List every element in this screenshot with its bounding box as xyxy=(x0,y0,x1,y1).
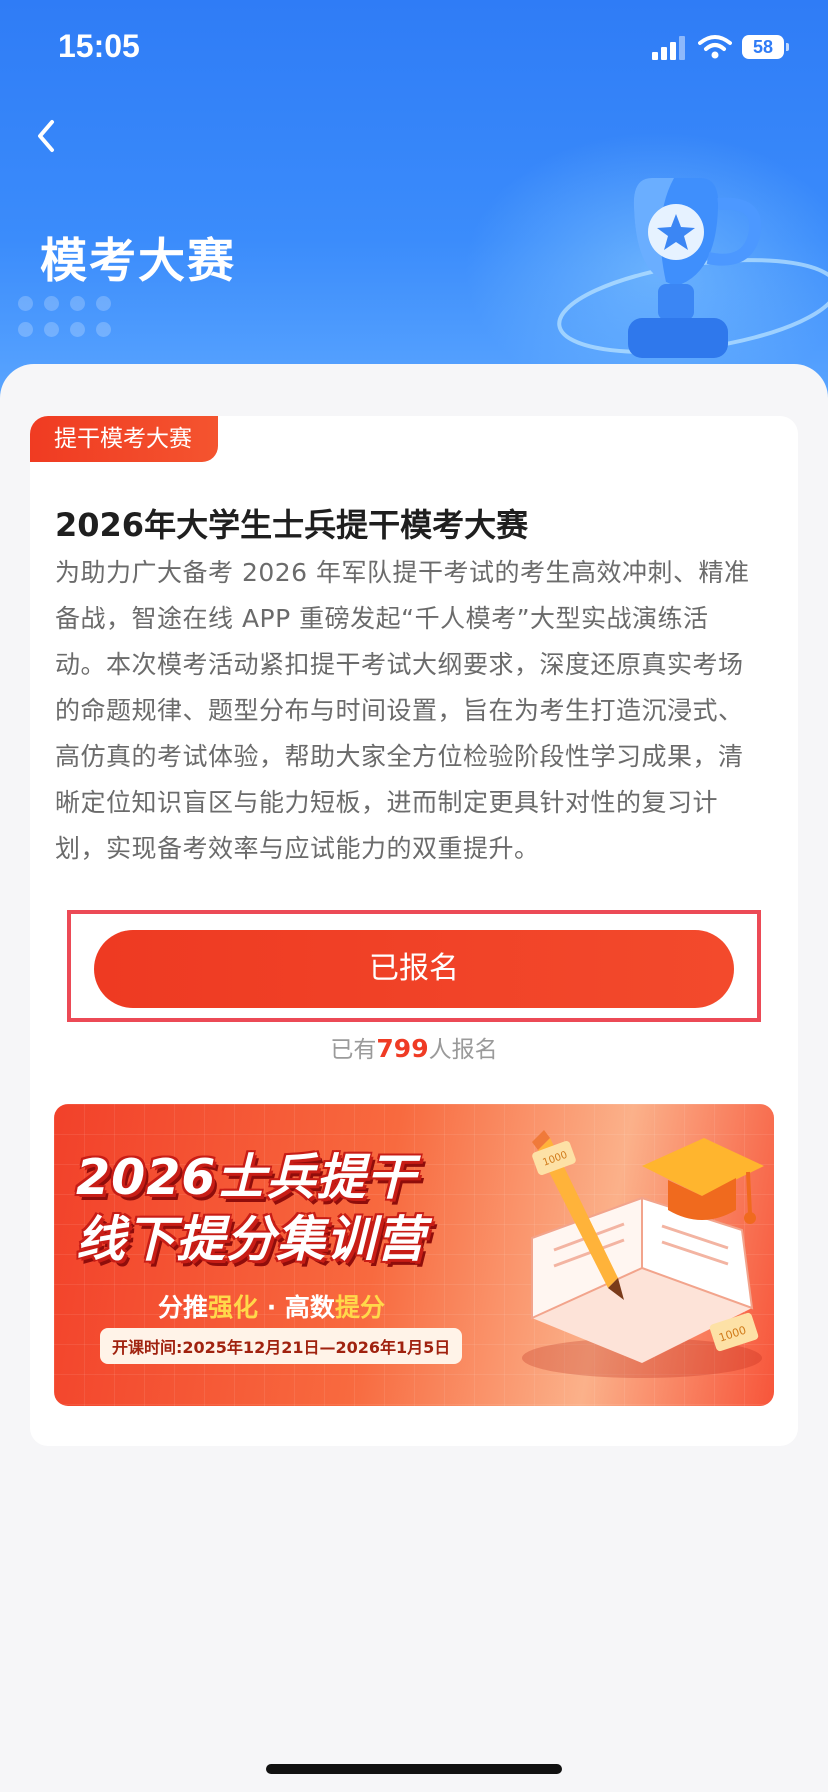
description-line: 为助力广大备考 2026 年军队提干考试的考生高效冲刺、精准 xyxy=(55,558,750,587)
battery-icon: 58 xyxy=(742,35,789,59)
banner-sub-highlight: 提分 xyxy=(334,1293,385,1322)
description-line: 备战，智途在线 APP 重磅发起“千人模考”大型实战演练活 xyxy=(55,604,709,633)
decorative-dots xyxy=(18,296,128,340)
back-button[interactable] xyxy=(28,114,68,158)
count-suffix: 人报名 xyxy=(428,1037,498,1063)
banner-sub-part: 分推 xyxy=(158,1293,209,1322)
contest-card: 提干模考大赛 2026年大学生士兵提干模考大赛 为助力广大备考 2026 年军队… xyxy=(30,416,798,1446)
status-bar: 15:05 58 xyxy=(0,0,828,100)
home-indicator[interactable] xyxy=(266,1764,562,1774)
status-time: 15:05 xyxy=(58,28,140,64)
book-graduation-cap-icon: 1000 1000 xyxy=(522,1130,764,1378)
contest-title: 2026年大学生士兵提干模考大赛 xyxy=(55,506,529,544)
count-prefix: 已有 xyxy=(330,1037,377,1063)
banner-date: 开课时间:2025年12月21日—2026年1月5日 xyxy=(100,1328,463,1364)
cellular-signal-icon xyxy=(652,36,688,60)
description-line: 划，实现备考效率与应试能力的双重提升。 xyxy=(55,834,540,863)
count-number: 799 xyxy=(376,1034,429,1063)
description-line: 高仿真的考试体验，帮助大家全方位检验阶段性学习成果，清 xyxy=(55,742,744,771)
page-title: 模考大赛 xyxy=(40,234,236,289)
contest-description: 为助力广大备考 2026 年军队提干考试的考生高效冲刺、精准 备战，智途在线 A… xyxy=(55,550,775,872)
banner-title-line1: 2026士兵提干 xyxy=(76,1149,417,1206)
description-line: 动。本次模考活动紧扣提干考试大纲要求，深度还原真实考场 xyxy=(55,650,744,679)
training-camp-banner[interactable]: 2026士兵提干 线下提分集训营 分推强化 · 高数提分 开课时间:2025年1… xyxy=(54,1104,774,1406)
description-line: 的命题规律、题型分布与时间设置，旨在为考生打造沉浸式、 xyxy=(55,696,744,725)
trophy-icon xyxy=(557,178,828,358)
description-line: 晰定位知识盲区与能力短板，进而制定更具针对性的复习计 xyxy=(55,788,719,817)
registration-count: 已有799人报名 xyxy=(30,1030,798,1064)
wifi-icon xyxy=(698,35,732,59)
banner-title-line2: 线下提分集训营 xyxy=(76,1211,427,1268)
banner-sub-highlight: 强化 xyxy=(208,1293,259,1322)
registered-button[interactable]: 已报名 xyxy=(94,930,734,1008)
banner-subtitle: 分推强化 · 高数提分 xyxy=(158,1288,385,1324)
category-tag: 提干模考大赛 xyxy=(30,416,218,462)
banner-sub-part: · 高数 xyxy=(258,1293,335,1322)
header-hero: 15:05 58 模考大赛 xyxy=(0,0,828,400)
